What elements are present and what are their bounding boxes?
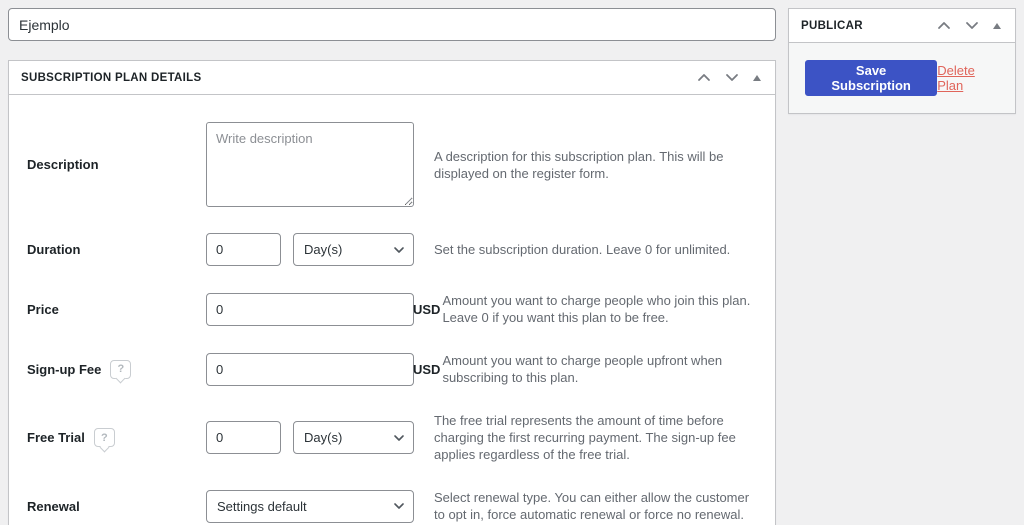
question-bubble-icon[interactable]: ? — [93, 428, 115, 447]
duration-row: Duration Day(s) Set the subscription dur… — [19, 220, 755, 279]
duration-unit-select[interactable]: Day(s) — [293, 233, 414, 266]
publish-actions: Save Subscription Delete Plan — [789, 43, 1015, 113]
free-trial-unit-select[interactable]: Day(s) — [293, 421, 414, 454]
free-trial-help-text: The free trial represents the amount of … — [434, 413, 736, 462]
toggle-panel-icon[interactable] — [751, 73, 763, 83]
publish-box-header[interactable]: PUBLICAR — [789, 9, 1015, 43]
price-label: Price — [27, 301, 59, 317]
plan-title-input[interactable] — [8, 8, 776, 41]
free-trial-input[interactable] — [206, 421, 281, 454]
duration-input[interactable] — [206, 233, 281, 266]
free-trial-row: Free Trial ? Day(s) The free trial repre… — [19, 399, 755, 476]
description-textarea[interactable] — [206, 122, 414, 207]
renewal-select[interactable]: Settings default — [206, 489, 414, 523]
publish-box-title: PUBLICAR — [801, 19, 863, 32]
question-bubble-icon[interactable]: ? — [110, 359, 132, 379]
toggle-panel-icon[interactable] — [991, 21, 1003, 31]
signup-fee-input[interactable] — [206, 352, 414, 386]
details-box-header[interactable]: SUBSCRIPTION PLAN DETAILS — [9, 61, 775, 95]
details-box-title: SUBSCRIPTION PLAN DETAILS — [21, 71, 202, 84]
move-up-icon[interactable] — [935, 19, 953, 32]
subscription-plan-details-box: SUBSCRIPTION PLAN DETAILS Description Wr… — [8, 60, 776, 525]
renewal-help-text: Select renewal type. You can either allo… — [434, 490, 750, 522]
description-help-text: A description for this subscription plan… — [434, 148, 724, 181]
description-label: Description — [27, 157, 99, 172]
details-form: Description A description for this subsc… — [9, 95, 775, 525]
signup-fee-currency-label: USD — [413, 361, 441, 377]
save-subscription-button[interactable]: Save Subscription — [805, 60, 938, 96]
signup-fee-label: Sign-up Fee — [27, 361, 102, 377]
move-down-icon[interactable] — [963, 19, 981, 32]
signup-fee-help-text: Amount you want to charge people upfront… — [442, 353, 723, 385]
duration-label: Duration — [27, 242, 81, 257]
renewal-label: Renewal — [27, 498, 80, 514]
price-help-text: Amount you want to charge people who joi… — [442, 293, 751, 325]
price-currency-label: USD — [413, 301, 441, 317]
free-trial-label: Free Trial — [27, 430, 85, 445]
move-up-icon[interactable] — [695, 71, 713, 84]
signup-fee-row: Sign-up Fee ? USD Amount you want to cha… — [19, 339, 755, 399]
duration-help-text: Set the subscription duration. Leave 0 f… — [434, 242, 731, 257]
description-row: Description A description for this subsc… — [19, 109, 755, 220]
renewal-row: Renewal Settings default Select renewal … — [19, 476, 755, 525]
price-input[interactable] — [206, 292, 414, 326]
move-down-icon[interactable] — [723, 71, 741, 84]
delete-plan-link[interactable]: Delete Plan — [937, 63, 999, 93]
price-row: Price USD Amount you want to charge peop… — [19, 279, 755, 339]
publish-box: PUBLICAR Save Subscription Delete Plan — [788, 8, 1016, 114]
